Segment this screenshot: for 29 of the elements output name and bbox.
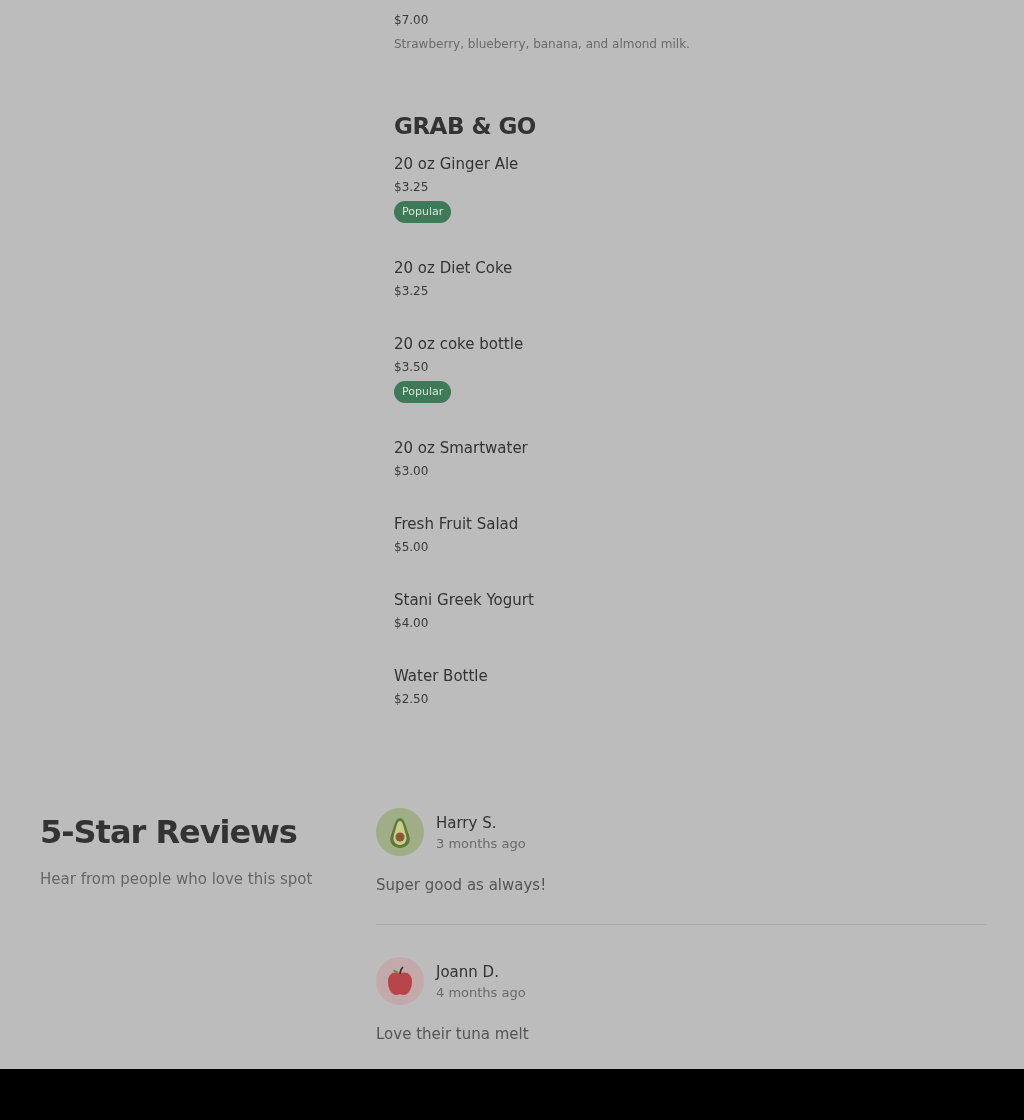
item-name: Water Bottle — [394, 666, 488, 686]
item-name: 20 oz Diet Coke — [394, 258, 513, 278]
item-name: 20 oz coke bottle — [394, 334, 524, 354]
item-price: $3.25 — [394, 283, 429, 299]
avocado-avatar-icon — [376, 808, 424, 856]
review-text: Love their tuna melt — [376, 1025, 530, 1043]
item-description: Strawberry, blueberry, banana, and almond milk. — [394, 36, 690, 52]
item-price: $7.00 — [394, 12, 429, 28]
review-time: 4 months ago — [436, 984, 526, 1000]
item-price: $2.50 — [394, 691, 429, 707]
reviews-title: 5-Star Reviews — [40, 812, 298, 852]
popular-badge: Popular — [394, 201, 452, 223]
item-price: $3.25 — [394, 179, 429, 195]
item-name: 20 oz Ginger Ale — [394, 154, 519, 174]
item-name: Fresh Fruit Salad — [394, 514, 519, 534]
review-text: Super good as always! — [376, 876, 548, 894]
reviewer-name: Joann D. — [436, 962, 500, 981]
popular-badge: Popular — [394, 381, 452, 403]
item-price: $3.50 — [394, 359, 429, 375]
item-price: $5.00 — [394, 539, 429, 555]
apple-avatar-icon — [376, 957, 424, 1005]
item-price: $4.00 — [394, 615, 429, 631]
section-title: GRAB & GO — [394, 112, 537, 140]
reviewer-name: Harry S. — [436, 813, 498, 832]
item-name: 20 oz Smartwater — [394, 438, 528, 458]
item-name: Stani Greek Yogurt — [394, 590, 534, 610]
review-time: 3 months ago — [436, 835, 526, 851]
reviews-subtitle: Hear from people who love this spot — [40, 870, 314, 888]
item-price: $3.00 — [394, 463, 429, 479]
